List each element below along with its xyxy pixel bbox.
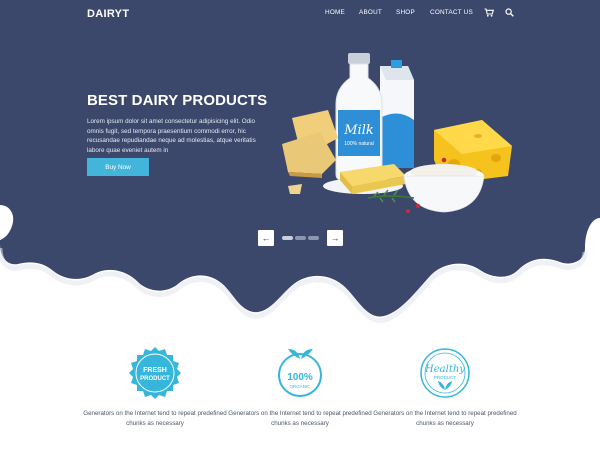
buy-now-button[interactable]: Buy Now [87,158,149,176]
feature-fresh-product: FRESH PRODUCT Generators on the Internet… [80,345,230,429]
hero-title: BEST DAIRY PRODUCTS [87,92,268,109]
feature-organic: 100% ORGANIC Generators on the Internet … [225,345,375,429]
slider-dot[interactable] [282,236,293,240]
nav-home[interactable]: HOME [325,9,345,16]
top-navigation: DAIRYT HOME ABOUT SHOP CONTACT US [0,0,600,26]
slider-next-button[interactable]: → [327,230,343,246]
nav-contact[interactable]: CONTACT US [430,9,473,16]
bottle-sublabel: 100% natural [344,141,373,147]
dairy-products-illustration: Milk 100% natural [282,53,512,213]
svg-text:100%: 100% [287,372,313,383]
slider-dot[interactable] [308,236,319,240]
svg-text:PRODUCT: PRODUCT [140,376,170,382]
slider-prev-button[interactable]: ← [258,230,274,246]
feature-text: Generators on the Internet tend to repea… [228,410,372,427]
nav-about[interactable]: ABOUT [359,9,382,16]
bottle-label: Milk [343,123,374,138]
site-logo[interactable]: DAIRYT [87,8,129,20]
hero-description: Lorem ipsum dolor sit amet consectetur a… [87,118,256,155]
svg-text:FRESH: FRESH [143,367,167,374]
svg-text:PRODUCT: PRODUCT [434,375,457,380]
healthy-product-badge-icon: Healthy PRODUCT [420,348,470,398]
slider-dot[interactable] [295,236,306,240]
hero-section: DAIRYT HOME ABOUT SHOP CONTACT US BEST D… [0,0,600,330]
milk-bottle: Milk 100% natural [335,53,383,181]
fresh-product-badge-icon: FRESH PRODUCT [129,347,181,399]
svg-text:Healthy: Healthy [424,364,465,375]
cart-icon[interactable] [484,8,494,17]
feature-healthy-product: Healthy PRODUCT Generators on the Intern… [370,345,520,429]
feature-text: Generators on the Internet tend to repea… [83,410,227,427]
parmesan-cheese [282,110,338,194]
svg-text:ORGANIC: ORGANIC [289,384,311,389]
nav-shop[interactable]: SHOP [396,9,415,16]
search-icon[interactable] [505,8,514,17]
organic-badge-icon: 100% ORGANIC [278,349,322,397]
feature-text: Generators on the Internet tend to repea… [373,410,517,427]
milk-carton [380,60,414,168]
